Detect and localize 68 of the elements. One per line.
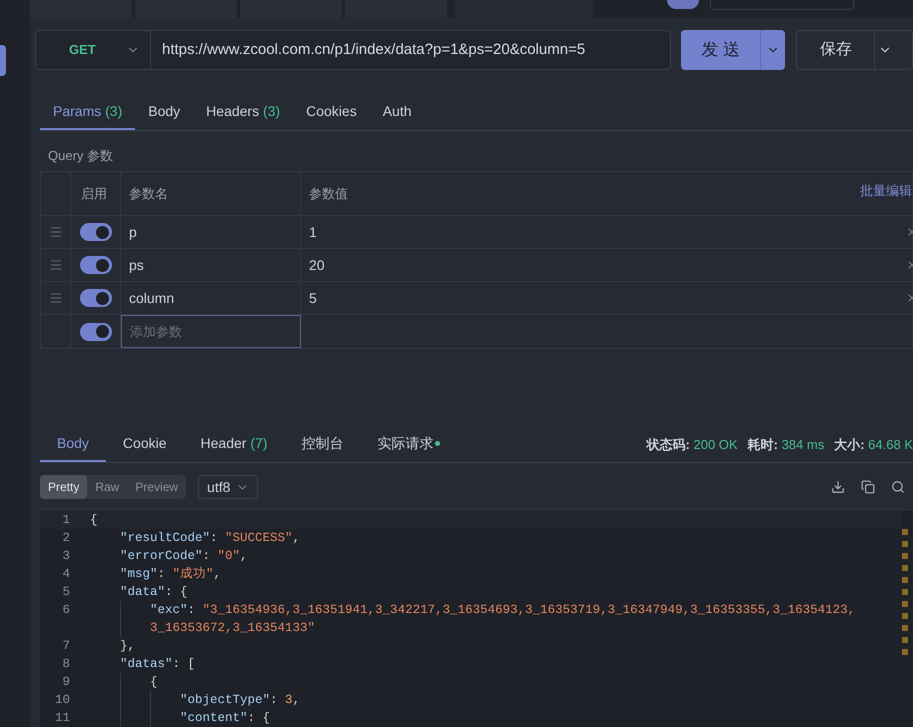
- code-line: "msg": "成功",: [120, 566, 222, 583]
- line-number: 8: [62, 656, 70, 671]
- line-number: 2: [62, 530, 70, 545]
- line-number: 7: [62, 638, 70, 653]
- tab[interactable]: Body: [135, 95, 194, 130]
- tab[interactable]: Params (3): [40, 95, 136, 130]
- code-line: "data": {: [120, 584, 188, 601]
- status-text: 大小: 64.68 K: [834, 436, 913, 454]
- tab[interactable]: 控制台: [284, 427, 360, 462]
- param-value[interactable]: 1: [301, 216, 906, 248]
- toggle-switch[interactable]: [80, 223, 112, 242]
- view-mode-tab[interactable]: Preview: [127, 475, 186, 499]
- code-line: "exc": "3_16354936,3_16351941,3_342217,3_16354693,3_16353719,3_16347949,3_16353355,3_16354123,: [150, 602, 856, 619]
- encoding-dropdown[interactable]: utf8: [198, 475, 258, 499]
- tab[interactable]: Headers (3): [193, 95, 294, 130]
- param-name[interactable]: ps: [121, 249, 301, 282]
- line-number: 9: [62, 674, 70, 689]
- line-number: 5: [62, 584, 70, 599]
- drag-handle-icon: [48, 258, 62, 272]
- tab[interactable]: Body: [40, 427, 106, 462]
- code-line: "resultCode": "SUCCESS",: [120, 530, 300, 547]
- method-dropdown[interactable]: GET: [36, 31, 151, 69]
- drag-handle-icon: [48, 225, 62, 240]
- param-name-field[interactable]: 添加参数: [121, 315, 301, 348]
- url-text: https://www.zcool.com.cn/p1/index/data?p=1&ps=20&column=5: [161, 40, 586, 60]
- view-mode-tab[interactable]: Pretty: [40, 475, 88, 499]
- avatar-icon[interactable]: [667, 0, 699, 9]
- sidebar-marker: [0, 45, 6, 76]
- code-line: },: [120, 638, 136, 655]
- search-field[interactable]: [710, 0, 854, 10]
- bulk-edit-link[interactable]: 批量编辑: [860, 181, 912, 201]
- code-line: {: [150, 674, 158, 691]
- tab[interactable]: Cookie: [106, 427, 184, 462]
- section-title: Query 参数: [48, 146, 114, 165]
- tab[interactable]: 实际请求: [360, 427, 458, 462]
- code-line: "errorCode": "0",: [120, 548, 248, 565]
- toggle-switch[interactable]: [80, 256, 112, 274]
- search-icon[interactable]: [891, 480, 905, 494]
- copy-icon[interactable]: [861, 480, 875, 494]
- url-field[interactable]: GET https://www.zcool.com.cn/p1/index/data?p=1&ps=20&column=5: [35, 30, 672, 70]
- column-header: 参数值: [308, 185, 349, 203]
- code-line: "content": {: [180, 710, 270, 727]
- line-number: 11: [54, 710, 70, 725]
- drag-handle-icon: [48, 291, 62, 306]
- line-number: 6: [62, 602, 70, 617]
- tab[interactable]: Auth: [370, 95, 425, 130]
- status-text: 耗时: 384 ms: [748, 436, 824, 454]
- line-number: 4: [62, 566, 70, 581]
- param-value[interactable]: 20: [301, 249, 906, 282]
- param-name[interactable]: p: [121, 216, 301, 248]
- download-icon[interactable]: [831, 480, 845, 494]
- line-number: 3: [62, 548, 70, 563]
- code-line: "objectType": 3,: [180, 692, 300, 709]
- param-value[interactable]: 5: [301, 282, 906, 314]
- view-mode-tab[interactable]: Raw: [87, 475, 128, 499]
- code-line: "datas": [: [120, 656, 196, 673]
- line-number: 10: [54, 692, 70, 707]
- toggle-switch[interactable]: [80, 289, 112, 308]
- code-line: 3_16353672,3_16354133": [150, 620, 316, 637]
- code-line: {: [90, 512, 98, 529]
- tab[interactable]: Header (7): [184, 427, 284, 462]
- status-text: 状态码: 200 OK: [646, 436, 738, 454]
- param-name[interactable]: column: [121, 282, 301, 314]
- toggle-switch[interactable]: [80, 322, 112, 341]
- column-header: 参数名: [121, 172, 301, 216]
- column-header: 启用: [71, 172, 121, 216]
- tab[interactable]: Cookies: [293, 95, 370, 130]
- line-number: 1: [62, 512, 70, 527]
